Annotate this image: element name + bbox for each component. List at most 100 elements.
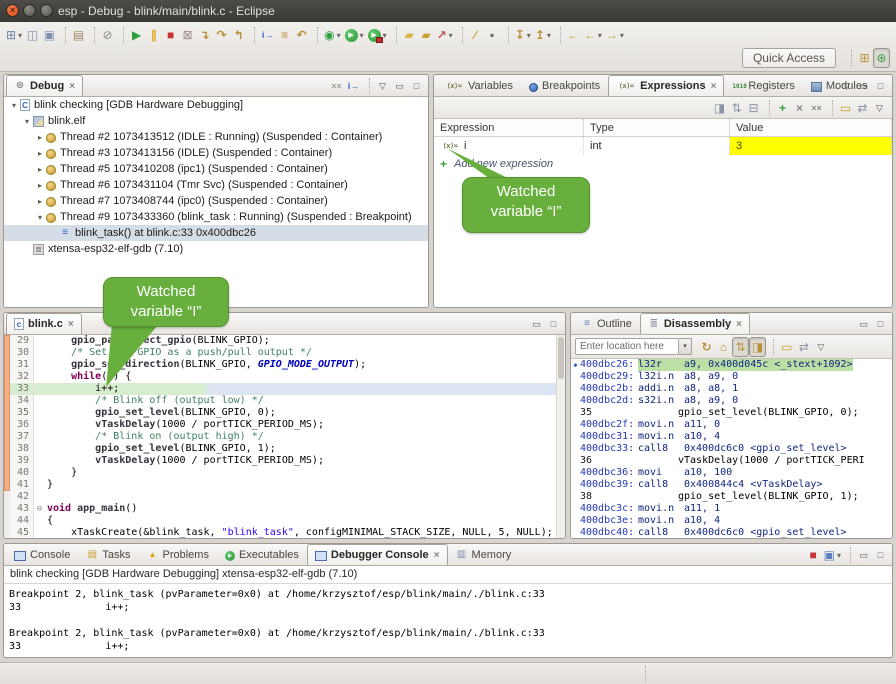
- minimize-view-icon[interactable]: ▭: [391, 76, 408, 96]
- disassembly-line[interactable]: 35gpio_set_level(BLINK_GPIO, 0);: [571, 407, 892, 419]
- expander-icon[interactable]: ▾: [8, 101, 20, 110]
- expander-icon[interactable]: ▸: [34, 133, 46, 142]
- tab-executables[interactable]: Executables: [217, 544, 307, 565]
- combo-dropdown-icon[interactable]: ▾: [679, 338, 692, 355]
- minimize-view-icon[interactable]: ▭: [855, 76, 872, 96]
- new-disassembly-view-icon[interactable]: ▭: [778, 337, 795, 357]
- fold-minus-icon[interactable]: ⊖: [34, 503, 45, 515]
- maximize-view-icon[interactable]: □: [545, 314, 562, 334]
- expander-icon[interactable]: ▸: [34, 165, 46, 174]
- view-menu-icon[interactable]: ▽: [374, 76, 391, 96]
- run-icon[interactable]: ▶▾: [343, 25, 366, 45]
- disassembly-line[interactable]: 400dbc3c:movi.na11, 1: [571, 503, 892, 515]
- code-line[interactable]: 33 i++;: [10, 383, 556, 395]
- tab-blink.c[interactable]: blink.c×: [6, 313, 82, 334]
- dropdown-arrow-icon[interactable]: ▾: [337, 31, 341, 40]
- show-logical-structure-icon[interactable]: ⇅: [728, 98, 745, 118]
- debug-tree-item[interactable]: blink_task() at blink.c:33 0x400dbc26: [4, 225, 428, 241]
- code-line[interactable]: 41}: [10, 479, 556, 491]
- scrollbar-thumb[interactable]: [558, 337, 564, 379]
- disassembly-line[interactable]: 400dbc31:movi.na10, 4: [571, 431, 892, 443]
- code-editor[interactable]: → 29 gpio_pad_select_gpio(BLINK_GPIO);30…: [4, 335, 565, 538]
- save-icon[interactable]: ◫: [24, 25, 41, 45]
- code-line[interactable]: 35 gpio_set_level(BLINK_GPIO, 0);: [10, 407, 556, 419]
- tab-tasks[interactable]: Tasks: [78, 544, 138, 565]
- open-perspective-icon[interactable]: ⊞: [856, 48, 873, 68]
- maximize-view-icon[interactable]: □: [872, 314, 889, 334]
- dropdown-arrow-icon[interactable]: ▾: [18, 31, 22, 40]
- disassembly-line[interactable]: 36vTaskDelay(1000 / portTICK_PERI: [571, 455, 892, 467]
- disassembly-line[interactable]: 400dbc2d:s32i.na8, a9, 0: [571, 395, 892, 407]
- code-line[interactable]: 40 }: [10, 467, 556, 479]
- save-all-icon[interactable]: ▣: [41, 25, 58, 45]
- column-header[interactable]: Expression: [434, 119, 584, 137]
- maximize-view-icon[interactable]: □: [872, 545, 889, 565]
- dropdown-arrow-icon[interactable]: ▾: [598, 31, 602, 40]
- expression-row[interactable]: iint3: [434, 137, 892, 155]
- column-header[interactable]: Value: [730, 119, 892, 137]
- disassembly-line[interactable]: 400dbc33:call80x400dc6c0 <gpio_set_level…: [571, 443, 892, 455]
- resume-icon[interactable]: ▶: [128, 25, 145, 45]
- last-edit-location-icon[interactable]: ←: [565, 25, 582, 45]
- window-close-button[interactable]: ×: [6, 4, 19, 17]
- step-return-icon[interactable]: ↰: [230, 25, 247, 45]
- external-tools-icon[interactable]: ▶▾: [366, 25, 389, 45]
- debug-tree-item[interactable]: ▾blink checking [GDB Hardware Debugging]: [4, 97, 428, 113]
- code-line[interactable]: 36 vTaskDelay(1000 / portTICK_PERIOD_MS)…: [10, 419, 556, 431]
- collapse-all-icon[interactable]: ⊟: [745, 98, 762, 118]
- layout-menu-icon[interactable]: ⇄: [854, 98, 871, 118]
- disassembly-line[interactable]: 38gpio_set_level(BLINK_GPIO, 1);: [571, 491, 892, 503]
- drop-to-frame-icon[interactable]: ↶: [293, 25, 310, 45]
- minimize-view-icon[interactable]: ▭: [855, 545, 872, 565]
- disconnect-icon[interactable]: ⊠: [179, 25, 196, 45]
- debug-tree-item[interactable]: ▸Thread #2 1073413512 (IDLE : Running) (…: [4, 129, 428, 145]
- dropdown-arrow-icon[interactable]: ▾: [837, 551, 841, 560]
- expander-icon[interactable]: ▸: [34, 149, 46, 158]
- show-annotations-icon[interactable]: ▪: [484, 25, 501, 45]
- show-source-icon[interactable]: ◨: [749, 337, 766, 357]
- disassembly-line[interactable]: 400dbc3e:movi.na10, 4: [571, 515, 892, 527]
- tab-memory[interactable]: Memory: [448, 544, 520, 565]
- window-minimize-button[interactable]: [23, 4, 36, 17]
- editor-scrollbar[interactable]: [556, 335, 565, 538]
- flash-download-icon[interactable]: ↗▾: [435, 25, 455, 45]
- dropdown-arrow-icon[interactable]: ▾: [360, 31, 364, 40]
- code-line[interactable]: 29 gpio_pad_select_gpio(BLINK_GPIO);: [10, 335, 556, 347]
- tab-close-icon[interactable]: ×: [68, 319, 74, 330]
- disassembly-listing[interactable]: ◆400dbc26:l32ra9, 0x400d045c <_stext+109…: [571, 359, 892, 538]
- debug-tree-item[interactable]: ▸Thread #5 1073410208 (ipc1) (Suspended …: [4, 161, 428, 177]
- build-icon[interactable]: ▤: [70, 25, 87, 45]
- code-line[interactable]: 42: [10, 491, 556, 503]
- debug-tree-item[interactable]: ▸Thread #6 1073431104 (Tmr Svc) (Suspend…: [4, 177, 428, 193]
- sync-with-active-context-icon[interactable]: ⇅: [732, 337, 749, 357]
- remove-all-terminated-icon[interactable]: ××: [328, 76, 345, 96]
- tab-close-icon[interactable]: ×: [711, 81, 717, 92]
- tab-registers[interactable]: Registers: [724, 75, 802, 96]
- forward-history-icon[interactable]: →▾: [604, 25, 626, 45]
- expander-icon[interactable]: ▾: [34, 213, 46, 222]
- tab-outline[interactable]: Outline: [573, 313, 640, 334]
- expander-icon[interactable]: ▸: [34, 181, 46, 190]
- minimize-view-icon[interactable]: ▭: [855, 314, 872, 334]
- tab-close-icon[interactable]: ×: [69, 81, 75, 92]
- tab-problems[interactable]: Problems: [138, 544, 216, 565]
- view-menu-icon[interactable]: ▽: [871, 98, 888, 118]
- open-folder-icon[interactable]: ▰: [401, 25, 418, 45]
- back-history-icon[interactable]: ←▾: [582, 25, 604, 45]
- debug-tree-item[interactable]: ▾Thread #9 1073433360 (blink_task : Runn…: [4, 209, 428, 225]
- refresh-icon[interactable]: ↻: [698, 337, 715, 357]
- expander-icon[interactable]: ▾: [21, 117, 33, 126]
- column-header[interactable]: Type: [584, 119, 730, 137]
- suspend-icon[interactable]: ∥: [145, 25, 162, 45]
- console-output[interactable]: Breakpoint 2, blink_task (pvParameter=0x…: [4, 585, 892, 657]
- tab-variables[interactable]: Variables: [436, 75, 521, 96]
- mark-occurrences-icon[interactable]: ∕: [467, 25, 484, 45]
- debug-tree-item[interactable]: ▸Thread #3 1073413156 (IDLE) (Suspended …: [4, 145, 428, 161]
- minimize-view-icon[interactable]: ▭: [528, 314, 545, 334]
- load-binary-icon[interactable]: ▰: [418, 25, 435, 45]
- home-icon[interactable]: ⌂: [715, 337, 732, 357]
- remove-all-expressions-icon[interactable]: ××: [808, 98, 825, 118]
- step-into-icon[interactable]: ↴: [196, 25, 213, 45]
- debug-icon[interactable]: ◉▾: [322, 25, 343, 45]
- disassembly-line[interactable]: 400dbc29:l32i.na8, a9, 0: [571, 371, 892, 383]
